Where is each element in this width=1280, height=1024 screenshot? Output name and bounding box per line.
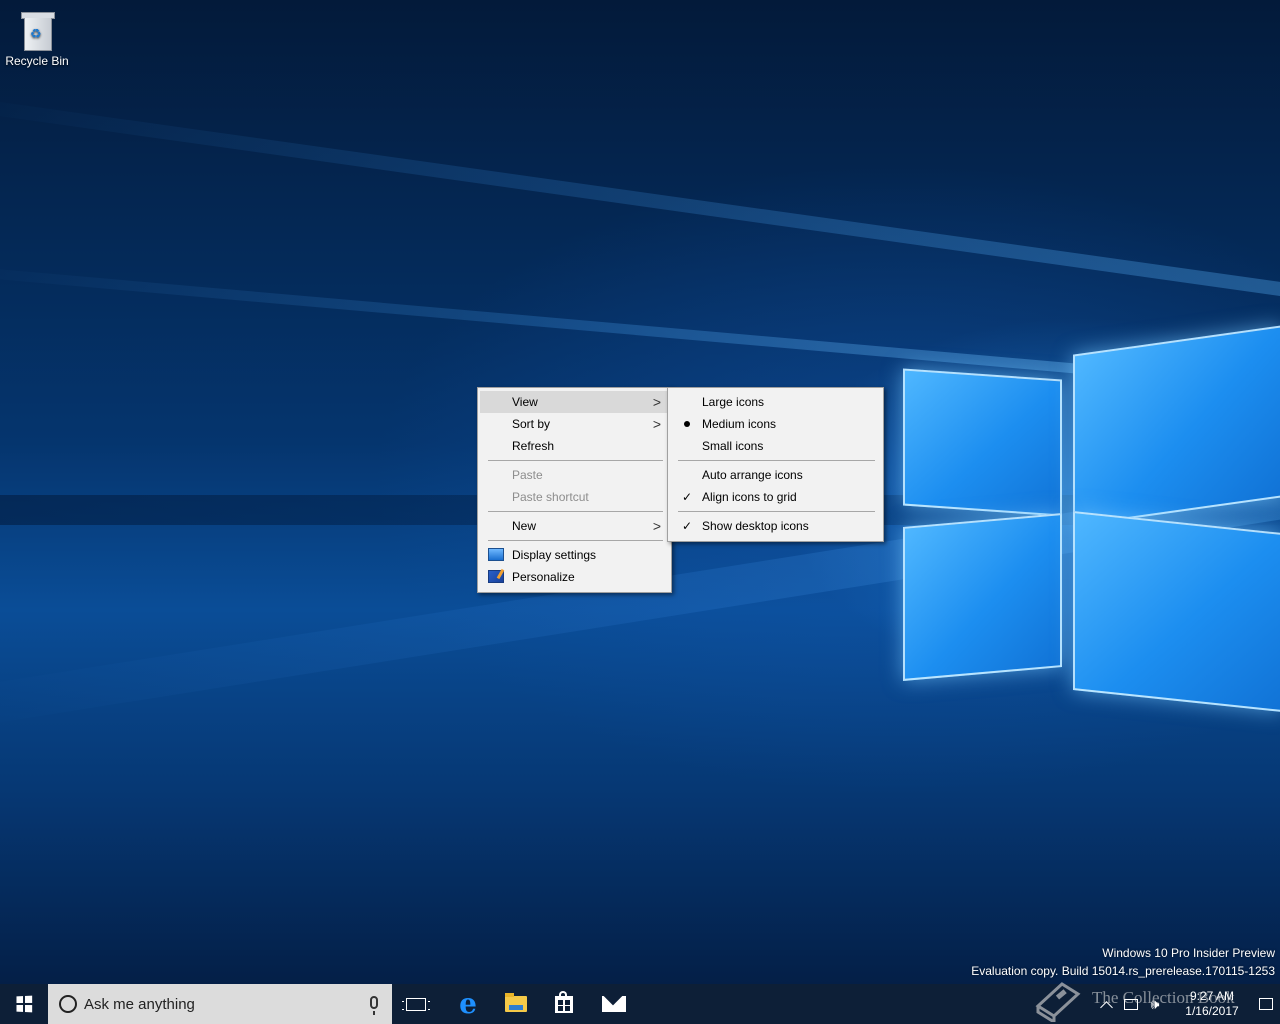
recycle-bin-icon: ♻ bbox=[21, 10, 55, 51]
light-beam bbox=[0, 95, 1280, 304]
menu-separator bbox=[488, 511, 663, 512]
menu-item-label: Align icons to grid bbox=[702, 490, 797, 504]
watermark-line: Windows 10 Pro Insider Preview bbox=[1102, 946, 1275, 960]
chevron-right-icon: > bbox=[652, 394, 661, 410]
windows-logo-pane bbox=[1073, 325, 1280, 527]
book-watermark-icon bbox=[1035, 982, 1081, 1022]
notification-icon bbox=[1259, 998, 1273, 1010]
menu-item-display-settings[interactable]: Display settings bbox=[480, 544, 669, 566]
edge-icon: e bbox=[459, 987, 477, 1020]
menu-item-label: Show desktop icons bbox=[702, 519, 809, 533]
overlay-watermark-text: The Collection Book bbox=[1092, 988, 1235, 1007]
menu-item-new[interactable]: New > bbox=[480, 515, 669, 537]
menu-separator bbox=[678, 460, 875, 461]
desktop-context-menu: View > Sort by > Refresh Paste Paste sho… bbox=[477, 387, 672, 593]
submenu-item-small-icons[interactable]: Small icons bbox=[670, 435, 881, 457]
microphone-icon[interactable] bbox=[370, 996, 378, 1015]
desktop[interactable]: ♻ Recycle Bin View > Sort by > Refresh P… bbox=[0, 0, 1280, 984]
checkmark-icon: ✓ bbox=[681, 519, 693, 533]
menu-item-label: Refresh bbox=[512, 439, 555, 453]
menu-item-label: View bbox=[512, 395, 538, 409]
checkmark-icon: ✓ bbox=[681, 490, 693, 504]
action-center-button[interactable] bbox=[1252, 984, 1280, 1024]
menu-item-label: Sort by bbox=[512, 417, 551, 431]
submenu-item-large-icons[interactable]: Large icons bbox=[670, 391, 881, 413]
menu-item-label: Paste shortcut bbox=[512, 490, 589, 504]
menu-item-label: Large icons bbox=[702, 395, 765, 409]
menu-item-paste-shortcut: Paste shortcut bbox=[480, 486, 669, 508]
windows-logo-icon bbox=[16, 995, 33, 1013]
submenu-item-auto-arrange[interactable]: Auto arrange icons bbox=[670, 464, 881, 486]
menu-item-sort-by[interactable]: Sort by > bbox=[480, 413, 669, 435]
windows-logo-pane bbox=[1073, 511, 1280, 712]
taskbar-edge-button[interactable]: e bbox=[446, 984, 490, 1024]
taskbar: e 🕪 9:27 AM 1/16/2017 bbox=[0, 984, 1280, 1024]
task-view-icon bbox=[402, 997, 430, 1011]
menu-item-label: Paste bbox=[512, 468, 543, 482]
taskbar-mail-button[interactable] bbox=[590, 984, 638, 1024]
file-explorer-icon bbox=[505, 993, 527, 1012]
menu-item-view[interactable]: View > bbox=[480, 391, 669, 413]
menu-item-label: Personalize bbox=[512, 570, 575, 584]
mail-icon bbox=[602, 996, 626, 1012]
menu-separator bbox=[488, 540, 663, 541]
menu-item-refresh[interactable]: Refresh bbox=[480, 435, 669, 457]
menu-separator bbox=[488, 460, 663, 461]
menu-item-label: Small icons bbox=[702, 439, 764, 453]
menu-item-paste: Paste bbox=[480, 464, 669, 486]
view-submenu: Large icons Medium icons Small icons Aut… bbox=[667, 387, 884, 542]
desktop-icon-recycle-bin[interactable]: ♻ Recycle Bin bbox=[4, 6, 70, 68]
personalize-icon bbox=[488, 570, 504, 583]
windows-logo-pane bbox=[903, 513, 1062, 681]
cortana-search-box[interactable] bbox=[48, 984, 392, 1024]
store-icon bbox=[555, 990, 573, 1013]
menu-item-label: Auto arrange icons bbox=[702, 468, 803, 482]
menu-item-label: New bbox=[512, 519, 537, 533]
taskbar-file-explorer-button[interactable] bbox=[494, 984, 538, 1024]
build-watermark: Windows 10 Pro Insider Preview Evaluatio… bbox=[971, 944, 1275, 980]
chevron-right-icon: > bbox=[652, 518, 661, 534]
search-input[interactable] bbox=[84, 984, 354, 1024]
menu-item-personalize[interactable]: Personalize bbox=[480, 566, 669, 588]
submenu-item-align-to-grid[interactable]: ✓ Align icons to grid bbox=[670, 486, 881, 508]
chevron-right-icon: > bbox=[652, 416, 661, 432]
cortana-icon bbox=[59, 995, 77, 1013]
start-button[interactable] bbox=[0, 984, 48, 1024]
taskbar-store-button[interactable] bbox=[542, 984, 586, 1024]
submenu-item-medium-icons[interactable]: Medium icons bbox=[670, 413, 881, 435]
windows-logo-pane bbox=[903, 368, 1062, 517]
task-view-button[interactable] bbox=[396, 984, 436, 1024]
radio-bullet-icon bbox=[684, 421, 690, 427]
desktop-icon-label: Recycle Bin bbox=[5, 54, 69, 68]
watermark-line: Evaluation copy. Build 15014.rs_prerelea… bbox=[971, 964, 1275, 978]
menu-item-label: Medium icons bbox=[702, 417, 777, 431]
menu-separator bbox=[678, 511, 875, 512]
display-settings-icon bbox=[488, 548, 504, 561]
submenu-item-show-desktop-icons[interactable]: ✓ Show desktop icons bbox=[670, 515, 881, 537]
menu-item-label: Display settings bbox=[512, 548, 597, 562]
